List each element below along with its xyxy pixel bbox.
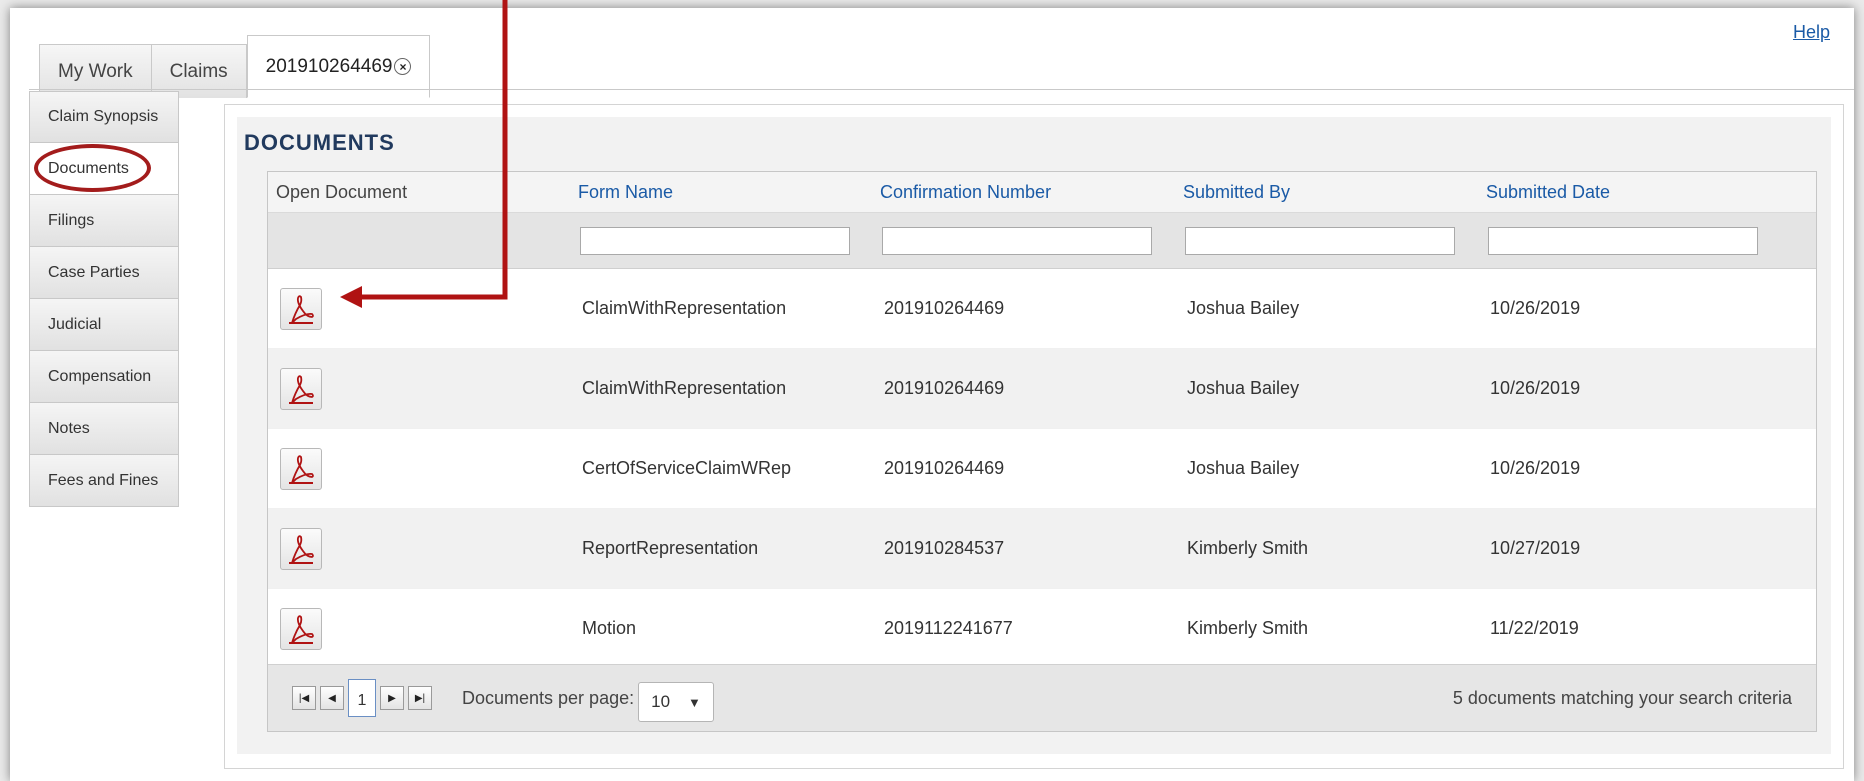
- documents-grid: Open Document Form Name Confirmation Num…: [267, 171, 1817, 732]
- prev-page-button[interactable]: ◀: [320, 686, 344, 710]
- table-row: ClaimWithRepresentation 201910264469 Jos…: [268, 269, 1816, 349]
- confirmation-number-cell: 201910264469: [884, 458, 1005, 478]
- side-nav-notes[interactable]: Notes: [29, 403, 179, 455]
- chevron-down-icon: ▼: [688, 694, 701, 710]
- filter-cell-empty: [268, 213, 570, 268]
- confirmation-number-cell: 2019112241677: [884, 618, 1013, 638]
- submitted-by-cell: Joshua Bailey: [1187, 298, 1300, 318]
- side-nav-documents[interactable]: Documents: [29, 143, 179, 195]
- open-document-button[interactable]: [280, 367, 322, 410]
- column-header-submitted-by[interactable]: Submitted By: [1175, 172, 1478, 212]
- column-header-form-name[interactable]: Form Name: [570, 172, 872, 212]
- open-document-cell: [268, 527, 570, 570]
- filter-submitted-date-input[interactable]: [1488, 226, 1758, 255]
- submitted-date-cell: 10/26/2019: [1490, 298, 1581, 318]
- submitted-by-cell: Joshua Bailey: [1187, 378, 1300, 398]
- submitted-date-cell: 11/22/2019: [1490, 618, 1579, 638]
- first-page-button[interactable]: |◀: [292, 686, 316, 710]
- submitted-by-cell: Kimberly Smith: [1187, 618, 1309, 638]
- open-document-button[interactable]: [280, 607, 322, 650]
- open-document-button[interactable]: [280, 287, 322, 330]
- tab-claim-record-label: 201910264469: [265, 55, 393, 77]
- pdf-icon: [289, 294, 314, 324]
- form-name-cell: ClaimWithRepresentation: [582, 298, 787, 318]
- documents-panel-inner: DOCUMENTS Open Document Form Name Confir…: [237, 117, 1831, 754]
- confirmation-number-cell: 201910284537: [884, 538, 1005, 558]
- per-page-label: Documents per page:: [462, 687, 635, 708]
- documents-panel: DOCUMENTS Open Document Form Name Confir…: [224, 104, 1844, 769]
- side-nav-fees-and-fines[interactable]: Fees and Fines: [29, 455, 179, 507]
- submitted-by-cell: Kimberly Smith: [1187, 538, 1309, 558]
- side-nav-compensation[interactable]: Compensation: [29, 351, 179, 403]
- pdf-icon: [289, 614, 314, 644]
- pdf-icon: [289, 534, 314, 564]
- filter-row: [268, 213, 1816, 269]
- table-row: CertOfServiceClaimWRep 201910264469 Josh…: [268, 429, 1816, 509]
- form-name-cell: ReportRepresentation: [582, 538, 759, 558]
- current-page[interactable]: 1: [348, 679, 376, 717]
- side-nav-filings[interactable]: Filings: [29, 195, 179, 247]
- per-page-value: 10: [651, 692, 671, 711]
- filter-cell: [570, 213, 872, 268]
- open-document-cell: [268, 607, 570, 650]
- next-page-button[interactable]: ▶: [380, 686, 404, 710]
- table-row: Motion 2019112241677 Kimberly Smith 11/2…: [268, 589, 1816, 669]
- last-page-button[interactable]: ▶|: [408, 686, 432, 710]
- side-nav: Claim Synopsis Documents Filings Case Pa…: [29, 91, 179, 507]
- side-nav-claim-synopsis[interactable]: Claim Synopsis: [29, 91, 179, 143]
- open-document-button[interactable]: [280, 527, 322, 570]
- results-count: 5 documents matching your search criteri…: [1452, 687, 1792, 708]
- filter-cell: [872, 213, 1175, 268]
- submitted-by-cell: Joshua Bailey: [1187, 458, 1300, 478]
- filter-confirmation-number-input[interactable]: [882, 226, 1152, 255]
- open-document-button[interactable]: [280, 447, 322, 490]
- per-page-select[interactable]: 10 ▼: [638, 682, 715, 722]
- form-name-cell: ClaimWithRepresentation: [582, 378, 787, 398]
- filter-submitted-by-input[interactable]: [1185, 226, 1455, 255]
- filter-cell: [1175, 213, 1478, 268]
- filter-cell: [1478, 213, 1816, 268]
- form-name-cell: CertOfServiceClaimWRep: [582, 458, 792, 478]
- submitted-date-cell: 10/27/2019: [1490, 538, 1581, 558]
- confirmation-number-cell: 201910264469: [884, 378, 1005, 398]
- open-document-cell: [268, 447, 570, 490]
- grid-header: Open Document Form Name Confirmation Num…: [268, 172, 1816, 213]
- table-row: ClaimWithRepresentation 201910264469 Jos…: [268, 349, 1816, 429]
- side-nav-judicial[interactable]: Judicial: [29, 299, 179, 351]
- tab-divider: [29, 89, 1854, 90]
- column-header-submitted-date[interactable]: Submitted Date: [1478, 172, 1816, 212]
- column-header-open-document: Open Document: [276, 181, 408, 202]
- confirmation-number-cell: 201910264469: [884, 298, 1005, 318]
- pager: |◀ ◀ 1 ▶ ▶|: [292, 679, 436, 717]
- open-document-cell: [268, 367, 570, 410]
- submitted-date-cell: 10/26/2019: [1490, 378, 1581, 398]
- open-document-cell: [268, 287, 570, 330]
- submitted-date-cell: 10/26/2019: [1490, 458, 1581, 478]
- close-icon[interactable]: ×: [394, 58, 412, 75]
- column-header-confirmation-number[interactable]: Confirmation Number: [872, 172, 1175, 212]
- pdf-icon: [289, 454, 314, 484]
- form-name-cell: Motion: [582, 618, 637, 638]
- side-nav-case-parties[interactable]: Case Parties: [29, 247, 179, 299]
- pager-bar: |◀ ◀ 1 ▶ ▶| Documents per page: 10 ▼ 5 d…: [268, 664, 1816, 731]
- section-title: DOCUMENTS: [244, 130, 395, 155]
- filter-form-name-input[interactable]: [580, 226, 850, 255]
- pdf-icon: [289, 374, 314, 404]
- table-row: ReportRepresentation 201910284537 Kimber…: [268, 509, 1816, 589]
- help-link[interactable]: Help: [1793, 22, 1830, 43]
